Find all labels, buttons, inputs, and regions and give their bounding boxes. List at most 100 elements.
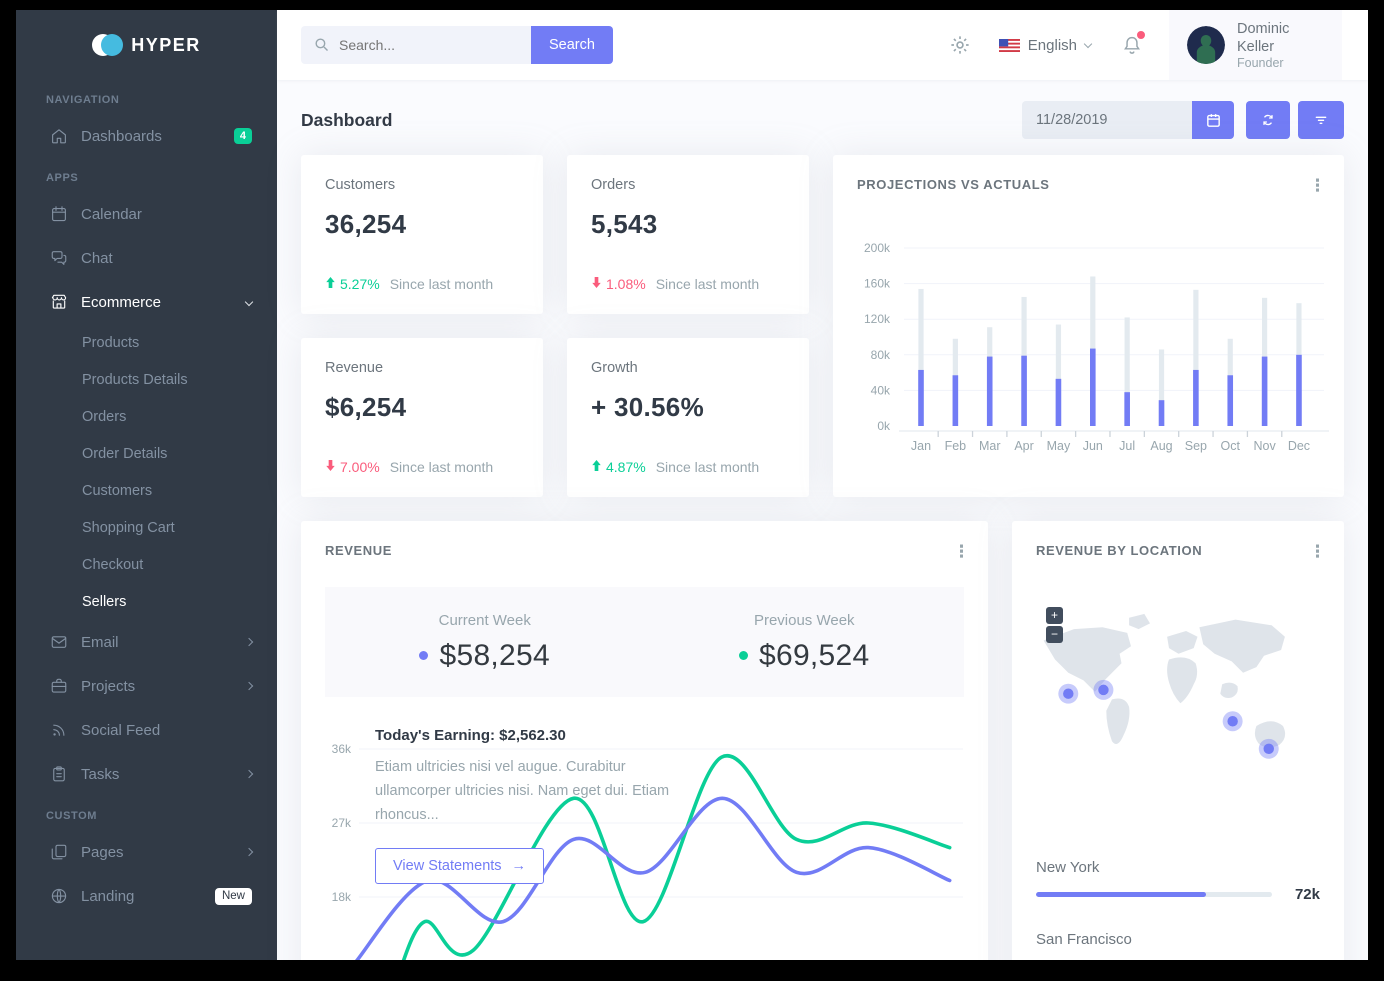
avatar <box>1187 26 1225 64</box>
sidebar-subitem-customers[interactable]: Customers <box>16 472 277 509</box>
stat-value: + 30.56% <box>591 392 785 423</box>
arrow-down-icon <box>325 459 336 475</box>
app-frame: HYPER NAVIGATIONDashboards4APPSCalendarC… <box>16 10 1368 960</box>
chevron-down-icon <box>1084 39 1092 47</box>
view-statements-button[interactable]: View Statements→ <box>375 848 544 884</box>
sidebar-section-label: APPS <box>16 158 277 192</box>
sidebar-subitem-shopping-cart[interactable]: Shopping Cart <box>16 509 277 546</box>
sidebar-item-landing[interactable]: LandingNew <box>16 874 277 918</box>
svg-text:Feb: Feb <box>945 439 967 453</box>
sidebar-subitem-sellers[interactable]: Sellers <box>16 583 277 620</box>
logo-icon <box>92 34 122 56</box>
current-week-dot <box>419 651 428 660</box>
filter-button[interactable] <box>1298 101 1344 139</box>
date-input[interactable] <box>1022 101 1192 139</box>
location-value: 72k <box>1272 886 1320 903</box>
stat-note: Since last month <box>390 459 494 475</box>
refresh-icon <box>1260 112 1276 128</box>
sidebar-item-projects[interactable]: Projects <box>16 664 277 708</box>
stat-value: $6,254 <box>325 392 519 423</box>
svg-text:Nov: Nov <box>1253 439 1276 453</box>
stat-note: Since last month <box>656 459 760 475</box>
logo[interactable]: HYPER <box>16 10 277 80</box>
sidebar-item-email[interactable]: Email <box>16 620 277 664</box>
sidebar-item-calendar[interactable]: Calendar <box>16 192 277 236</box>
arrow-right-icon: → <box>512 858 527 874</box>
chevron-right-icon <box>245 848 253 856</box>
chevron-right-icon <box>245 638 253 646</box>
sidebar-subitem-order-details[interactable]: Order Details <box>16 435 277 472</box>
sidebar-subitem-products[interactable]: Products <box>16 324 277 361</box>
user-role: Founder <box>1237 56 1324 70</box>
sidebar-subitem-orders[interactable]: Orders <box>16 398 277 435</box>
svg-text:36k: 36k <box>332 742 352 756</box>
chat-icon <box>50 249 68 267</box>
svg-text:Apr: Apr <box>1014 439 1033 453</box>
svg-text:27k: 27k <box>332 816 352 830</box>
kebab-menu-icon[interactable]: ⋮ <box>1309 177 1326 194</box>
world-map: + − <box>1036 593 1321 808</box>
search-icon <box>313 36 330 58</box>
sidebar-item-dashboards[interactable]: Dashboards4 <box>16 114 277 158</box>
logo-text: HYPER <box>131 35 201 56</box>
location-row-san-francisco: San Francisco39k <box>1036 931 1320 960</box>
sidebar-item-chat[interactable]: Chat <box>16 236 277 280</box>
map-zoom-out-button[interactable]: − <box>1046 626 1063 643</box>
map-zoom-in-button[interactable]: + <box>1046 607 1063 624</box>
svg-text:200k: 200k <box>864 241 891 255</box>
sidebar-subitem-products-details[interactable]: Products Details <box>16 361 277 398</box>
stat-card-orders: Orders5,5431.08%Since last month <box>567 155 809 314</box>
previous-week-dot <box>739 651 748 660</box>
stat-title: Revenue <box>325 360 519 376</box>
sidebar-item-pages[interactable]: Pages <box>16 830 277 874</box>
stat-card-revenue: Revenue $6,254 7.00% Since last month <box>301 338 543 497</box>
sidebar-item-tasks[interactable]: Tasks <box>16 752 277 796</box>
kebab-menu-icon[interactable]: ⋮ <box>1309 543 1326 560</box>
svg-text:Jan: Jan <box>911 439 931 453</box>
sidebar-section-label: NAVIGATION <box>16 80 277 114</box>
svg-text:80k: 80k <box>871 348 891 362</box>
sidebar-item-ecommerce[interactable]: Ecommerce <box>16 280 277 324</box>
calendar-icon <box>50 205 68 223</box>
search-button[interactable]: Search <box>531 26 613 64</box>
language-label: English <box>1028 37 1077 54</box>
stat-card-customers: Customers36,2545.27%Since last month <box>301 155 543 314</box>
svg-text:Aug: Aug <box>1150 439 1172 453</box>
home-icon <box>50 127 68 145</box>
page-content: Dashboard Customers36,2545.27%Since last… <box>277 80 1368 960</box>
stat-note: Since last month <box>656 276 760 292</box>
svg-text:Jul: Jul <box>1119 439 1135 453</box>
current-week-value: $58,254 <box>439 639 550 673</box>
svg-text:120k: 120k <box>864 312 891 326</box>
svg-text:Sep: Sep <box>1185 439 1207 453</box>
svg-text:0k: 0k <box>877 419 891 433</box>
stat-delta: 5.27% <box>340 276 380 292</box>
calendar-icon <box>1205 112 1222 129</box>
kebab-menu-icon[interactable]: ⋮ <box>953 543 970 560</box>
calendar-button[interactable] <box>1192 101 1234 139</box>
svg-text:May: May <box>1047 439 1071 453</box>
bell-icon[interactable] <box>1121 34 1143 57</box>
sidebar-section-label: CUSTOM <box>16 796 277 830</box>
svg-text:40k: 40k <box>871 383 891 397</box>
previous-week-label: Previous Week <box>754 612 855 629</box>
refresh-button[interactable] <box>1246 101 1290 139</box>
projections-vs-actuals-card: PROJECTIONS VS ACTUALS ⋮ 0k40k80k120k160… <box>833 155 1344 497</box>
revenue-by-location-card: REVENUE BY LOCATION ⋮ + − New York72kSan… <box>1012 521 1344 960</box>
svg-text:Mar: Mar <box>979 439 1001 453</box>
search-input[interactable] <box>301 26 531 64</box>
location-row-new-york: New York72k <box>1036 859 1320 903</box>
progress-bar <box>1036 892 1272 897</box>
user-menu[interactable]: Dominic Keller Founder <box>1169 10 1342 80</box>
sidebar-subitem-checkout[interactable]: Checkout <box>16 546 277 583</box>
stat-card-growth: Growth+ 30.56%4.87%Since last month <box>567 338 809 497</box>
sidebar: HYPER NAVIGATIONDashboards4APPSCalendarC… <box>16 10 277 960</box>
stat-delta: 7.00% <box>340 459 380 475</box>
gear-icon[interactable] <box>949 34 971 56</box>
stat-title: Customers <box>325 177 519 193</box>
stat-title: Growth <box>591 360 785 376</box>
svg-text:Dec: Dec <box>1288 439 1310 453</box>
sidebar-item-social-feed[interactable]: Social Feed <box>16 708 277 752</box>
language-selector[interactable]: English <box>999 37 1091 54</box>
badge: 4 <box>234 128 252 144</box>
